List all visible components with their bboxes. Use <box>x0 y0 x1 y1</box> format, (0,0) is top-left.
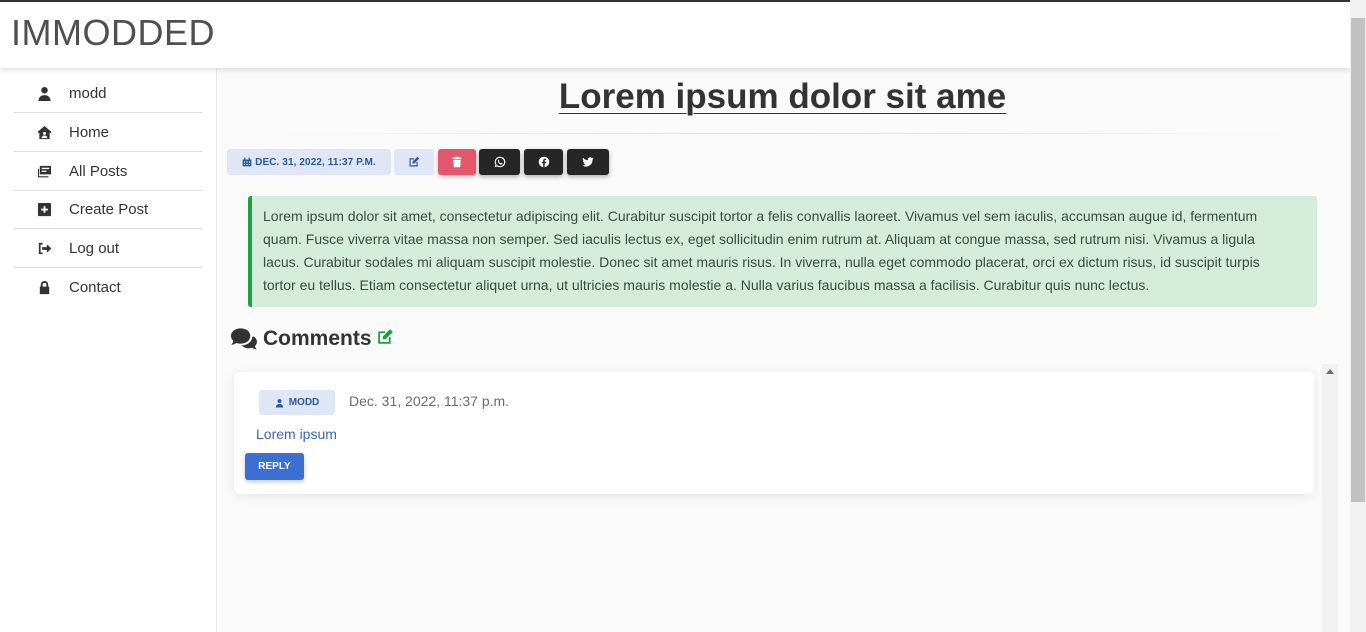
page-scrollbar-thumb[interactable] <box>1351 18 1365 502</box>
lock-icon <box>36 279 52 295</box>
comments-title: Comments <box>263 327 372 350</box>
reply-button[interactable]: REPLY <box>245 453 304 480</box>
add-comment-edit-icon[interactable] <box>376 328 394 346</box>
comment-author: MODD <box>288 397 320 408</box>
plus-square-icon <box>36 202 52 218</box>
user-icon <box>36 86 52 102</box>
comments-icon <box>230 328 257 350</box>
sidebar-item-all-posts[interactable]: All Posts <box>14 153 202 191</box>
top-navbar: IMMODDED <box>0 2 1350 68</box>
user-icon <box>275 398 283 407</box>
share-facebook-button[interactable] <box>524 149 563 175</box>
page-scrollbar[interactable] <box>1350 0 1366 632</box>
sidebar-item-log-out[interactable]: Log out <box>14 230 202 268</box>
sidebar-item-contact[interactable]: Contact <box>14 268 202 306</box>
comments-scrollbar[interactable] <box>1322 364 1338 632</box>
share-twitter-button[interactable] <box>567 149 609 175</box>
title-divider <box>260 133 1305 134</box>
sidebar: modd Home All Posts Create Post Log out … <box>0 68 217 632</box>
comments-pane: MODD Dec. 31, 2022, 11:37 p.m. Lorem ips… <box>224 364 1338 632</box>
comment-date: Dec. 31, 2022, 11:37 p.m. <box>349 393 510 409</box>
scroll-up-arrow-icon[interactable] <box>1326 369 1334 374</box>
sidebar-item-create-post[interactable]: Create Post <box>14 191 202 229</box>
brand-logo[interactable]: IMMODDED <box>11 12 215 54</box>
post-title: Lorem ipsum dolor sit ame <box>558 77 1007 116</box>
comment-text: Lorem ipsum <box>256 426 337 442</box>
posts-icon <box>36 164 52 180</box>
facebook-icon <box>538 156 549 168</box>
comment-author-badge[interactable]: MODD <box>259 390 335 415</box>
sidebar-item-home[interactable]: Home <box>14 114 202 152</box>
edit-icon <box>409 156 420 167</box>
twitter-icon <box>582 157 594 167</box>
home-icon <box>36 125 52 141</box>
post-date-badge: DEC. 31, 2022, 11:37 P.M. <box>227 149 391 175</box>
comments-header: Comments <box>230 327 394 351</box>
sidebar-item-label: Home <box>69 124 110 141</box>
post-body: Lorem ipsum dolor sit amet, consectetur … <box>248 196 1317 307</box>
comment-card: MODD Dec. 31, 2022, 11:37 p.m. Lorem ips… <box>234 372 1314 494</box>
sign-out-icon <box>36 241 52 257</box>
share-whatsapp-button[interactable] <box>479 149 520 175</box>
calendar-icon <box>242 157 252 167</box>
post-date-text: DEC. 31, 2022, 11:37 P.M. <box>255 156 376 168</box>
edit-post-button[interactable] <box>394 149 434 175</box>
sidebar-item-label: Contact <box>69 278 121 296</box>
sidebar-item-profile[interactable]: modd <box>14 75 202 113</box>
sidebar-item-label: Log out <box>69 240 120 257</box>
sidebar-item-label: modd <box>69 85 107 102</box>
trash-icon <box>452 156 462 168</box>
sidebar-item-label: All Posts <box>69 163 128 180</box>
whatsapp-icon <box>494 156 505 168</box>
delete-post-button[interactable] <box>438 149 476 175</box>
sidebar-item-label: Create Post <box>69 201 149 218</box>
